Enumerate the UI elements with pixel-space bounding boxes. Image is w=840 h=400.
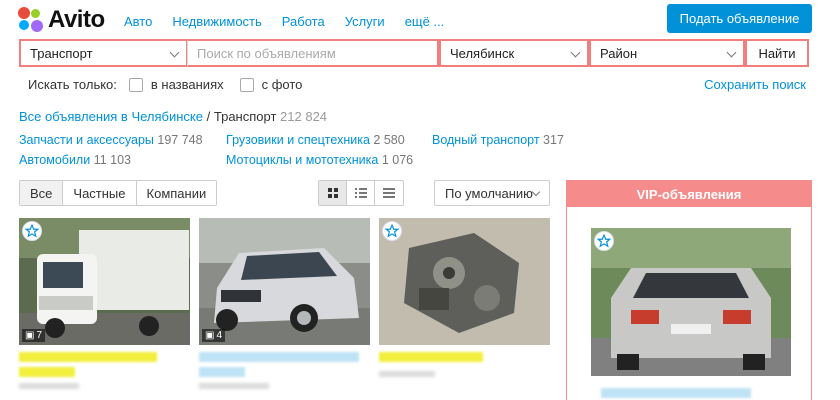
breadcrumb-all[interactable]: Все объявления в Челябинске <box>19 109 203 124</box>
with-photo-checkbox[interactable] <box>239 77 254 92</box>
avito-logo[interactable]: Avito <box>18 6 105 34</box>
nav-realty[interactable]: Недвижимость <box>172 14 261 29</box>
search-input[interactable]: Поиск по объявлениям <box>187 39 439 67</box>
subcategory-moto[interactable]: Мотоциклы и мототехника 1 076 <box>226 153 413 167</box>
camera-icon: ▣ <box>25 330 35 341</box>
sort-value: По умолчанию <box>445 185 533 201</box>
category-select[interactable]: Транспорт <box>19 39 187 67</box>
subcategory-count: 317 <box>543 133 564 147</box>
listing-title-blurred[interactable] <box>379 352 483 362</box>
camera-icon: ▣ <box>205 330 215 341</box>
list-view-button[interactable] <box>347 181 375 205</box>
nav-auto[interactable]: Авто <box>124 14 152 29</box>
favorite-star-icon[interactable] <box>382 221 402 241</box>
logo-dots-icon <box>18 7 44 33</box>
chevron-down-icon <box>570 47 581 58</box>
subcategory-trucks[interactable]: Грузовики и спецтехника 2 580 <box>226 133 405 147</box>
subcategory-count: 11 103 <box>93 153 132 167</box>
listing-title-blurred[interactable] <box>199 352 359 362</box>
subcategory-parts[interactable]: Запчасти и аксессуары 197 748 <box>19 133 203 147</box>
breadcrumb: Все объявления в Челябинске / Транспорт … <box>19 109 327 124</box>
listing-card-truck[interactable]: ▣ 7 <box>19 218 190 345</box>
city-value: Челябинск <box>450 45 515 61</box>
chevron-down-icon <box>531 187 541 197</box>
chevron-down-icon <box>726 47 737 58</box>
subcategory-cars[interactable]: Автомобили 11 103 <box>19 153 131 167</box>
subcategory-label[interactable]: Водный транспорт <box>432 133 540 147</box>
view-switcher <box>318 180 404 206</box>
seller-all-tab[interactable]: Все <box>20 181 64 205</box>
listing-photo <box>199 218 370 345</box>
nav-more[interactable]: ещё ... <box>405 14 445 29</box>
top-header: Avito Авто Недвижимость Работа Услуги ещ… <box>0 0 840 40</box>
menu-lines-icon <box>383 188 395 198</box>
breadcrumb-current: Транспорт <box>213 109 277 124</box>
listing-title-blurred[interactable] <box>199 367 245 377</box>
region-value: Район <box>600 45 638 61</box>
vip-listing-photo[interactable] <box>591 228 791 376</box>
listing-photo <box>591 228 791 376</box>
breadcrumb-count: 212 824 <box>280 109 328 124</box>
in-titles-checkbox[interactable] <box>128 77 143 92</box>
filters-label: Искать только: <box>28 77 117 92</box>
grid-view-button[interactable] <box>319 181 347 205</box>
subcategory-count: 1 076 <box>381 153 414 167</box>
listing-photo <box>19 218 190 345</box>
vip-title-blurred[interactable] <box>601 388 751 398</box>
favorite-star-icon[interactable] <box>594 231 614 251</box>
subcategory-label[interactable]: Запчасти и аксессуары <box>19 133 154 147</box>
logo-text: Avito <box>48 6 105 33</box>
search-placeholder: Поиск по объявлениям <box>197 45 336 61</box>
city-select[interactable]: Челябинск <box>439 39 589 67</box>
photo-count: 4 <box>216 330 223 341</box>
find-button[interactable]: Найти <box>745 39 809 67</box>
listing-card-mercedes[interactable]: ▣ 4 <box>199 218 370 345</box>
compact-view-button[interactable] <box>375 181 403 205</box>
main-nav: Авто Недвижимость Работа Услуги ещё ... <box>124 14 444 29</box>
subcategory-count: 197 748 <box>157 133 203 147</box>
photo-count-badge: ▣ 4 <box>202 329 226 342</box>
subcategory-count: 2 580 <box>373 133 405 147</box>
subcategory-label[interactable]: Мотоциклы и мототехника <box>226 153 378 167</box>
category-value: Транспорт <box>30 45 93 61</box>
listing-meta-blurred <box>379 371 435 377</box>
listing-meta-blurred <box>199 383 269 389</box>
listing-card-part[interactable] <box>379 218 550 345</box>
listing-title-blurred[interactable] <box>19 352 157 362</box>
region-select[interactable]: Район <box>589 39 745 67</box>
breadcrumb-separator: / <box>206 109 211 124</box>
search-bar: Транспорт Поиск по объявлениям Челябинск… <box>19 39 809 67</box>
photo-count-badge: ▣ 7 <box>22 329 46 342</box>
favorite-star-icon[interactable] <box>22 221 42 241</box>
listing-title-blurred[interactable] <box>19 367 75 377</box>
in-titles-label[interactable]: в названиях <box>151 77 224 92</box>
vip-panel: VIP-объявления <box>566 180 812 400</box>
listing-photo <box>379 218 550 345</box>
nav-services[interactable]: Услуги <box>345 14 385 29</box>
subcategory-label[interactable]: Грузовики и спецтехника <box>226 133 370 147</box>
chevron-down-icon <box>169 47 180 58</box>
list-icon <box>354 188 367 198</box>
seller-private-tab[interactable]: Частные <box>63 181 137 205</box>
vip-title: VIP-объявления <box>567 181 811 207</box>
save-search-link[interactable]: Сохранить поиск <box>704 77 806 92</box>
listing-meta-blurred <box>19 383 79 389</box>
sort-select[interactable]: По умолчанию <box>434 180 550 206</box>
nav-jobs[interactable]: Работа <box>282 14 325 29</box>
photo-count: 7 <box>36 330 43 341</box>
seller-type-filter: Все Частные Компании <box>19 180 218 206</box>
subcategory-water[interactable]: Водный транспорт 317 <box>432 133 564 147</box>
post-ad-button[interactable]: Подать объявление <box>667 4 812 33</box>
search-filters: Искать только: в названиях с фото <box>28 77 302 92</box>
subcategory-label[interactable]: Автомобили <box>19 153 90 167</box>
grid-icon <box>327 188 338 198</box>
with-photo-label[interactable]: с фото <box>262 77 303 92</box>
seller-company-tab[interactable]: Компании <box>137 181 217 205</box>
